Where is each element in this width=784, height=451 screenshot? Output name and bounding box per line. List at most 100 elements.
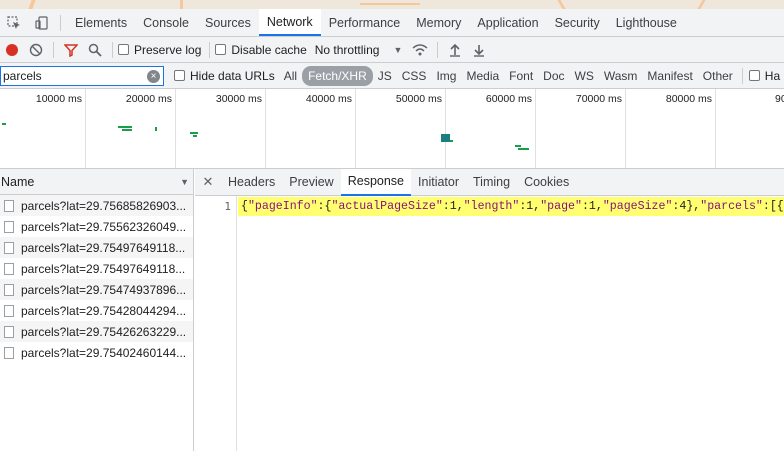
json-key-token: "pageInfo" bbox=[247, 200, 318, 213]
detail-tab-initiator[interactable]: Initiator bbox=[411, 169, 466, 196]
json-punctuation-token: :{ bbox=[317, 200, 332, 213]
name-column-label: Name bbox=[1, 174, 35, 189]
tab-console[interactable]: Console bbox=[135, 9, 197, 36]
export-har-icon[interactable] bbox=[467, 38, 491, 62]
filter-type-other[interactable]: Other bbox=[698, 67, 738, 85]
filter-type-fetch-xhr[interactable]: Fetch/XHR bbox=[302, 65, 373, 86]
filter-icon[interactable] bbox=[59, 38, 83, 62]
network-overview-timeline[interactable]: 10000 ms 20000 ms 30000 ms 40000 ms 50000 ms… bbox=[0, 89, 784, 169]
filter-type-doc[interactable]: Doc bbox=[538, 67, 569, 85]
filter-type-all[interactable]: All bbox=[279, 67, 302, 85]
filter-type-wasm[interactable]: Wasm bbox=[599, 67, 643, 85]
request-row[interactable]: parcels?lat=29.75428044294... bbox=[0, 300, 193, 321]
json-punctuation-token: :1, bbox=[519, 200, 541, 213]
filter-type-media[interactable]: Media bbox=[461, 67, 504, 85]
tab-elements[interactable]: Elements bbox=[67, 9, 135, 36]
throttling-value: No throttling bbox=[314, 42, 380, 57]
detail-tab-response[interactable]: Response bbox=[340, 168, 412, 196]
request-row[interactable]: parcels?lat=29.75497649118... bbox=[0, 258, 193, 279]
tab-application[interactable]: Application bbox=[469, 9, 546, 36]
response-viewer[interactable]: 1 {"pageInfo":{"actualPageSize":1,"lengt… bbox=[195, 196, 784, 451]
request-row[interactable]: parcels?lat=29.75474937896... bbox=[0, 279, 193, 300]
import-har-icon[interactable] bbox=[443, 38, 467, 62]
json-key-token: "page" bbox=[540, 200, 582, 213]
timeline-gridline bbox=[175, 89, 176, 168]
line-number: 1 bbox=[224, 200, 231, 213]
tab-lighthouse[interactable]: Lighthouse bbox=[608, 9, 685, 36]
filter-type-css[interactable]: CSS bbox=[397, 67, 432, 85]
search-icon[interactable] bbox=[83, 38, 107, 62]
checkbox-box[interactable] bbox=[748, 70, 760, 81]
tab-sources[interactable]: Sources bbox=[197, 9, 259, 36]
document-icon bbox=[4, 304, 14, 317]
has-blocked-cookies-label: Ha bbox=[764, 68, 781, 83]
detail-tab-headers[interactable]: Headers bbox=[221, 169, 282, 196]
page-map-strip bbox=[0, 0, 784, 9]
request-list-panel: Name ▼ parcels?lat=29.75685826903... parc… bbox=[0, 169, 194, 451]
hide-data-urls-checkbox[interactable]: Hide data URLs bbox=[174, 69, 275, 83]
network-conditions-icon[interactable] bbox=[408, 38, 432, 62]
request-name: parcels?lat=29.75474937896... bbox=[21, 282, 187, 297]
has-blocked-cookies-checkbox[interactable]: Ha bbox=[748, 68, 781, 83]
filter-bar: × Hide data URLs AllFetch/XHRJSCSSImgMed… bbox=[0, 63, 784, 89]
waterfall-bar bbox=[122, 129, 132, 131]
name-column-header[interactable]: Name ▼ bbox=[0, 169, 193, 195]
timeline-tick-label: 90000 bbox=[775, 93, 784, 105]
clear-filter-icon[interactable]: × bbox=[147, 69, 160, 83]
document-icon bbox=[4, 346, 14, 359]
request-detail-panel: ✕ Headers Preview Response Initiator Timing C… bbox=[195, 168, 784, 451]
devtools-tab-list: Elements Console Sources Network Performance… bbox=[67, 9, 685, 36]
timeline-tick-label: 50000 ms bbox=[395, 93, 442, 105]
json-punctuation-token: :1, bbox=[581, 200, 603, 213]
hide-data-urls-label: Hide data URLs bbox=[190, 68, 275, 83]
filter-type-manifest[interactable]: Manifest bbox=[642, 67, 697, 85]
response-line-1[interactable]: {"pageInfo":{"actualPageSize":1,"length"… bbox=[238, 197, 784, 216]
device-toolbar-icon[interactable] bbox=[28, 10, 56, 36]
filter-type-js[interactable]: JS bbox=[373, 67, 397, 85]
request-row[interactable]: parcels?lat=29.75426263229... bbox=[0, 321, 193, 342]
timeline-gridline bbox=[265, 89, 266, 168]
throttling-select[interactable]: No throttling ▼ bbox=[315, 43, 403, 57]
checkbox-box[interactable] bbox=[215, 44, 227, 55]
filter-type-img[interactable]: Img bbox=[431, 67, 461, 85]
checkbox-box[interactable] bbox=[174, 70, 185, 81]
waterfall-bar bbox=[190, 132, 198, 134]
filter-type-ws[interactable]: WS bbox=[570, 67, 599, 85]
json-punctuation-token: :4}, bbox=[672, 200, 701, 213]
waterfall-bar bbox=[118, 126, 132, 128]
detail-tab-preview[interactable]: Preview bbox=[282, 169, 340, 196]
waterfall-bar bbox=[515, 145, 521, 147]
timeline-gridline bbox=[535, 89, 536, 168]
filter-input[interactable] bbox=[3, 68, 143, 83]
clear-button[interactable] bbox=[24, 38, 48, 62]
tab-memory[interactable]: Memory bbox=[408, 9, 469, 36]
checkbox-box[interactable] bbox=[118, 44, 129, 55]
tab-security[interactable]: Security bbox=[547, 9, 608, 36]
waterfall-bar bbox=[518, 148, 529, 150]
divider bbox=[209, 41, 211, 58]
detail-tab-list: Headers Preview Response Initiator Timing Coo… bbox=[221, 168, 576, 196]
line-gutter: 1 bbox=[195, 196, 237, 451]
close-icon[interactable]: ✕ bbox=[195, 174, 221, 190]
tab-performance[interactable]: Performance bbox=[321, 9, 409, 36]
tab-network[interactable]: Network bbox=[258, 9, 321, 36]
document-icon bbox=[4, 325, 14, 338]
json-key-token: "actualPageSize" bbox=[331, 200, 443, 213]
request-row[interactable]: parcels?lat=29.75402460144... bbox=[0, 342, 193, 363]
timeline-gridline bbox=[715, 89, 716, 168]
detail-tab-cookies[interactable]: Cookies bbox=[517, 169, 576, 196]
inspect-element-icon[interactable] bbox=[0, 10, 28, 36]
timeline-tick-label: 20000 ms bbox=[125, 93, 172, 105]
document-icon bbox=[4, 220, 14, 233]
record-button[interactable] bbox=[0, 38, 24, 62]
filter-type-font[interactable]: Font bbox=[504, 67, 538, 85]
detail-tab-timing[interactable]: Timing bbox=[466, 169, 517, 196]
divider bbox=[437, 41, 439, 58]
request-name: parcels?lat=29.75562326049... bbox=[21, 219, 187, 234]
request-row[interactable]: parcels?lat=29.75497649118... bbox=[0, 237, 193, 258]
request-row[interactable]: parcels?lat=29.75685826903... bbox=[0, 195, 193, 216]
disable-cache-checkbox[interactable]: Disable cache bbox=[215, 43, 307, 57]
request-row[interactable]: parcels?lat=29.75562326049... bbox=[0, 216, 193, 237]
timeline-tick-label: 40000 ms bbox=[305, 93, 352, 105]
preserve-log-checkbox[interactable]: Preserve log bbox=[118, 43, 201, 57]
